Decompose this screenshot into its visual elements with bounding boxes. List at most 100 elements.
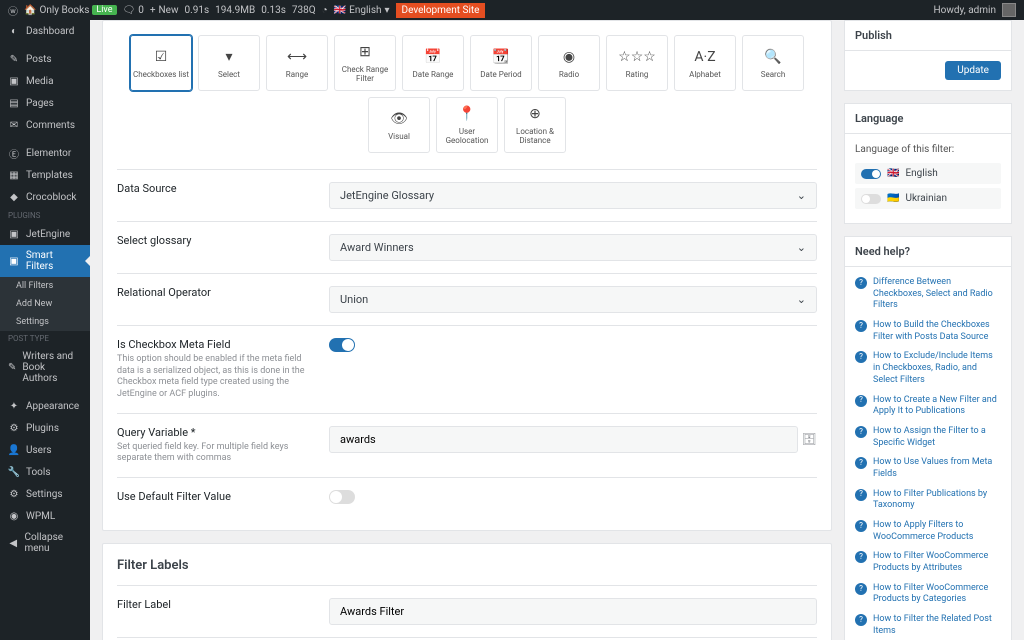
sidebar-item-pages[interactable]: ▤Pages (0, 92, 90, 114)
plugins-icon: ⚙ (8, 422, 20, 434)
filter-type-checkboxes-list[interactable]: ☑Checkboxes list (130, 35, 192, 91)
sidebar-section-plugins: PLUGINS (0, 208, 90, 223)
new-content[interactable]: + New (150, 5, 179, 16)
help-link[interactable]: ?How to Build the Checkboxes Filter with… (855, 320, 1001, 343)
filter-labels-panel: Filter Labels Filter Label Active Filter… (102, 543, 832, 640)
publish-title: Publish (845, 21, 1011, 51)
sidebar-item-writers[interactable]: ✎Writers and Book Authors (0, 346, 90, 389)
help-link[interactable]: ?Difference Between Checkboxes, Select a… (855, 277, 1001, 312)
lang-toggle-ukrainian[interactable] (861, 194, 881, 204)
filter-type-date-period[interactable]: 📆Date Period (470, 35, 532, 91)
select-data-source[interactable]: JetEngine Glossary⌄ (329, 182, 817, 209)
help-link[interactable]: ?How to Assign the Filter to a Specific … (855, 426, 1001, 449)
elementor-icon: Ⓔ (8, 147, 20, 159)
help-icon: ? (855, 551, 867, 563)
input-query-var[interactable] (329, 426, 798, 453)
field-default-value: Use Default Filter Value (117, 477, 817, 516)
sidebar-item-media[interactable]: ▣Media (0, 70, 90, 92)
pages-icon: ▤ (8, 97, 20, 109)
select-glossary[interactable]: Award Winners⌄ (329, 234, 817, 261)
perf-mem: 194.9MB (215, 5, 255, 16)
filter-type-icon: ⊞ (359, 43, 371, 61)
lang-row-english[interactable]: 🇬🇧 English (855, 163, 1001, 184)
toggle-checkbox-meta[interactable] (329, 338, 355, 352)
filter-type-rating[interactable]: ☆☆☆Rating (606, 35, 668, 91)
help-link[interactable]: ?How to Filter WooCommerce Products by C… (855, 583, 1001, 606)
filter-type-search[interactable]: 🔍Search (742, 35, 804, 91)
sidebar-item-smartfilters[interactable]: ▣Smart Filters (0, 245, 90, 277)
filter-type-visual[interactable]: 👁Visual (368, 97, 430, 153)
label-glossary: Select glossary (117, 234, 329, 247)
select-operator[interactable]: Union⌄ (329, 286, 817, 313)
dev-site-badge: Development Site (396, 3, 486, 18)
avatar[interactable] (1002, 3, 1016, 17)
filter-type-location-distance[interactable]: ⊕Location & Distance (504, 97, 566, 153)
sidebar-item-collapse[interactable]: ◀Collapse menu (0, 527, 90, 559)
sidebar-item-posts[interactable]: ✎Posts (0, 48, 90, 70)
input-filter-label[interactable] (329, 598, 817, 625)
live-badge: Live (92, 5, 116, 15)
sidebar-item-wpml[interactable]: ◉WPML (0, 505, 90, 527)
filter-type-alphabet[interactable]: A·ZAlphabet (674, 35, 736, 91)
debug-icon[interactable]: ◔ (322, 5, 328, 16)
language-box: Language Language of this filter: 🇬🇧 Eng… (844, 103, 1012, 224)
publish-box: Publish Update (844, 20, 1012, 91)
language-switcher[interactable]: 🇬🇧 English ▾ (334, 5, 390, 16)
desc-checkbox-meta: This option should be enabled if the met… (117, 354, 317, 401)
sidebar-section-posttype: POST TYPE (0, 331, 90, 346)
comments-icon: ✉ (8, 119, 20, 131)
language-desc: Language of this filter: (855, 144, 1001, 155)
sidebar-item-settings[interactable]: ⚙Settings (0, 483, 90, 505)
sidebar-item-users[interactable]: 👤Users (0, 439, 90, 461)
howdy-user[interactable]: Howdy, admin (934, 5, 996, 16)
filter-type-icon: ☆☆☆ (618, 48, 656, 66)
filter-type-icon: 🔍 (764, 48, 781, 66)
sidebar-item-dashboard[interactable]: ◐Dashboard (0, 20, 90, 42)
sidebar-sub-allfilters[interactable]: All Filters (0, 277, 90, 295)
help-link[interactable]: ?How to Use Values from Meta Fields (855, 457, 1001, 480)
filter-type-select[interactable]: ▾Select (198, 35, 260, 91)
help-link[interactable]: ?How to Apply Filters to WooCommerce Pro… (855, 520, 1001, 543)
toggle-default-value[interactable] (329, 490, 355, 504)
label-default-value: Use Default Filter Value (117, 490, 329, 503)
database-icon[interactable]: 🗄 (802, 432, 817, 446)
field-glossary: Select glossary Award Winners⌄ (117, 221, 817, 273)
help-icon: ? (855, 351, 867, 363)
sidebar-item-jetengine[interactable]: ▣JetEngine (0, 223, 90, 245)
jetengine-icon: ▣ (8, 228, 20, 240)
wp-logo-icon[interactable]: ⓦ (8, 3, 18, 18)
comments-count[interactable]: 🗨 0 (123, 5, 144, 16)
filter-type-radio[interactable]: ◉Radio (538, 35, 600, 91)
filter-type-user-geolocation[interactable]: 📍User Geolocation (436, 97, 498, 153)
filter-type-range[interactable]: ⟷Range (266, 35, 328, 91)
filter-type-check-range-filter[interactable]: ⊞Check Range Filter (334, 35, 396, 91)
sidebar-sub-settings[interactable]: Settings (0, 313, 90, 331)
help-icon: ? (855, 614, 867, 626)
desc-query-var: Set queried field key. For multiple fiel… (117, 442, 317, 465)
lang-row-ukrainian[interactable]: 🇺🇦 Ukrainian (855, 188, 1001, 209)
sidebar-item-elementor[interactable]: ⒺElementor (0, 142, 90, 164)
filter-type-icon: ⟷ (287, 48, 307, 66)
sidebar-sub-addnew[interactable]: Add New (0, 295, 90, 313)
chevron-down-icon: ⌄ (797, 241, 806, 254)
help-icon: ? (855, 320, 867, 332)
update-button[interactable]: Update (945, 61, 1001, 80)
sidebar-item-comments[interactable]: ✉Comments (0, 114, 90, 136)
help-link[interactable]: ?How to Filter the Related Post Items (855, 614, 1001, 637)
filter-type-icon: 👁 (390, 110, 408, 128)
sidebar-item-appearance[interactable]: ✦Appearance (0, 395, 90, 417)
sidebar-item-crocoblock[interactable]: ◆Crocoblock (0, 186, 90, 208)
sidebar-item-plugins[interactable]: ⚙Plugins (0, 417, 90, 439)
help-link[interactable]: ?How to Filter WooCommerce Products by A… (855, 551, 1001, 574)
lang-toggle-english[interactable] (861, 169, 881, 179)
help-link[interactable]: ?How to Create a New Filter and Apply It… (855, 395, 1001, 418)
site-name[interactable]: 🏠 Only Books Live (24, 5, 117, 16)
appearance-icon: ✦ (8, 400, 20, 412)
help-icon: ? (855, 277, 867, 289)
sidebar-item-tools[interactable]: 🔧Tools (0, 461, 90, 483)
filter-type-date-range[interactable]: 📅Date Range (402, 35, 464, 91)
field-data-source: Data Source JetEngine Glossary⌄ (117, 169, 817, 221)
help-link[interactable]: ?How to Filter Publications by Taxonomy (855, 489, 1001, 512)
sidebar-item-templates[interactable]: ▦Templates (0, 164, 90, 186)
help-link[interactable]: ?How to Exclude/Include Items in Checkbo… (855, 351, 1001, 386)
